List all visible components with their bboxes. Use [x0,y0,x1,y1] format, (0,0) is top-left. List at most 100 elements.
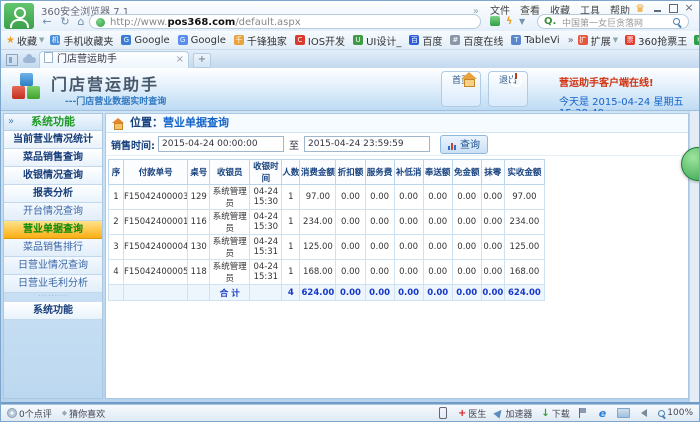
sidebar-item[interactable]: 报表分析 [4,185,102,203]
extension-icon[interactable] [490,16,500,26]
page-icon [44,52,53,63]
cloud-sync-icon[interactable] [23,57,36,63]
speed-bolt-icon[interactable]: ϟ [506,16,513,27]
table-row[interactable]: 3F15042400004130系统管理员04-24 15:311125.000… [109,235,545,260]
statusbar-tool[interactable] [599,407,608,420]
sidebar-toggle-icon[interactable] [6,54,18,66]
bookmark-item[interactable]: 机手机收藏夹 [50,33,113,48]
sidebar-item[interactable]: 菜品销售查询 [4,149,102,167]
total-cell: 0.00 [365,285,394,301]
statusbar-tool[interactable]: 医生 [458,407,486,420]
table-cell: 04-24 15:30 [250,210,282,235]
bookmark-favicon: G [178,35,188,45]
table-cell: 0.00 [336,210,365,235]
statusbar-tool[interactable]: 100% [658,408,693,418]
favorites-caret-icon[interactable]: ▼ [39,36,44,44]
new-tab-button[interactable]: + [193,53,211,68]
table-cell: 0.00 [452,260,481,285]
status-icon [641,409,647,417]
table-cell: 04-24 15:31 [250,260,282,285]
table-row[interactable]: 1F15042400003129系统管理员04-24 15:30197.000.… [109,185,545,210]
sidebar-menu: 当前营业情况统计菜品销售查询收银情况查询报表分析开台情况查询营业单据查询菜品销售… [4,131,102,320]
tab-active[interactable]: 门店营运助手 × [39,51,189,68]
statusbar-tool[interactable]: 加速器 [495,407,532,420]
table-header-cell: 实收金额 [504,160,544,185]
statusbar-item[interactable]: 0个点评 [7,407,52,420]
bookmark-favicon: T [511,35,521,45]
search-icon[interactable] [673,18,680,25]
site-safety-icon [96,18,105,27]
browser-titlebar: 360安全浏览器 7.1 »文件查看收藏工具帮助 ♛ × ← ↻ ⌂ http:… [1,1,699,31]
home-button[interactable]: ⌂ [73,14,89,29]
statusbar-tool[interactable] [641,409,649,417]
table-row[interactable]: 2F15042400001116系统管理员04-24 15:301234.000… [109,210,545,235]
table-cell: 168.00 [300,260,336,285]
sidebar-item[interactable]: ········· [4,293,102,302]
table-cell: 168.00 [504,260,544,285]
sidebar-item[interactable]: 日营业情况查询 [4,257,102,275]
bookmark-item[interactable]: GGoogle [121,35,169,46]
app-home-button[interactable]: 首页 [441,71,481,107]
bookmark-item[interactable]: CIOS开发 [295,33,345,48]
date-to-input[interactable] [304,136,430,152]
sidebar-item[interactable]: 营业单据查询 [4,221,102,239]
bookmark-item[interactable]: 千千锋独家 [234,33,287,48]
refresh-button[interactable]: ↻ [57,14,73,29]
bookmark-favicon: # [450,35,460,45]
sidebar-item[interactable]: 日营业毛利分析 [4,275,102,293]
toolbar-tool-item[interactable]: ¥网银▼ [694,33,700,48]
table-cell: 0.00 [423,185,452,210]
table-header-cell: 收银员 [210,160,250,185]
back-button[interactable]: ← [39,14,55,29]
bookmark-item[interactable]: #百度在线 [450,33,503,48]
statusbar-tool[interactable]: 下载 [541,407,569,420]
tab-close-icon[interactable]: × [176,52,184,67]
date-from-input[interactable] [158,136,284,152]
toolbar-tool-item[interactable]: 扩扩展▼ [578,33,618,48]
statusbar-tool[interactable] [617,408,632,418]
search-input[interactable] [560,16,669,28]
status-icon [599,407,606,420]
bookmark-favicon: G [121,35,131,45]
favorites-star-icon[interactable]: ★ [6,35,15,46]
app-logo-cubes-icon [11,73,43,104]
query-button[interactable]: 查询 [440,135,488,154]
sidebar-item[interactable]: 系统功能 [4,302,102,320]
sidebar-header[interactable]: »系统功能 [4,114,102,131]
sidebar-item[interactable]: 收银情况查询 [4,167,102,185]
breadcrumb-home-icon [112,118,124,128]
table-row[interactable]: 4F15042400005118系统管理员04-24 15:311168.000… [109,260,545,285]
toolbar-tool-item[interactable]: 票360抢票王 [625,33,687,48]
toolbar-chevron-icon[interactable]: ▼ [519,17,525,26]
table-cell: 0.00 [394,185,423,210]
bookmark-item[interactable]: GGoogle [178,35,226,46]
cube-green-icon [27,86,40,99]
breadcrumb: 位置：营业单据查询 [106,114,688,133]
app-exit-button[interactable]: 退出 [488,71,528,107]
favorites-label[interactable]: 收藏 [17,33,37,48]
bookmark-favicon: 百 [409,35,419,45]
bookmark-item[interactable]: UUI设计_ [353,33,401,48]
tool-icon: ¥ [694,35,700,45]
bookmark-item[interactable]: 百百度 [409,33,442,48]
statusbar-tool[interactable] [439,407,449,419]
table-header-cell: 服务费 [365,160,394,185]
bookmark-item[interactable]: TTableVi [511,35,559,46]
table-cell: 0.00 [423,260,452,285]
status-icon [541,408,549,419]
sidebar-collapse-icon[interactable]: » [8,114,14,130]
table-cell: 130 [188,235,210,260]
browser-search-box[interactable]: Q. [537,14,689,29]
app-subtitle: ---门店营业数据实时查询 [65,94,166,107]
address-bar[interactable]: http://www.pos368.com/default.aspx [89,14,481,29]
bookmarks-overflow-icon[interactable]: » [568,35,574,46]
statusbar-tool[interactable] [579,408,590,418]
tab-bar: 门店营运助手 × + [1,50,699,68]
statusbar-item[interactable]: 猜你喜欢 [62,407,105,420]
sidebar-item[interactable]: 当前营业情况统计 [4,131,102,149]
table-header-cell: 抹零 [481,160,504,185]
sidebar-item[interactable]: 菜品销售排行 [4,239,102,257]
sidebar-item[interactable]: 开台情况查询 [4,203,102,221]
table-header-cell: 补低消 [394,160,423,185]
table-cell: 0.00 [394,260,423,285]
